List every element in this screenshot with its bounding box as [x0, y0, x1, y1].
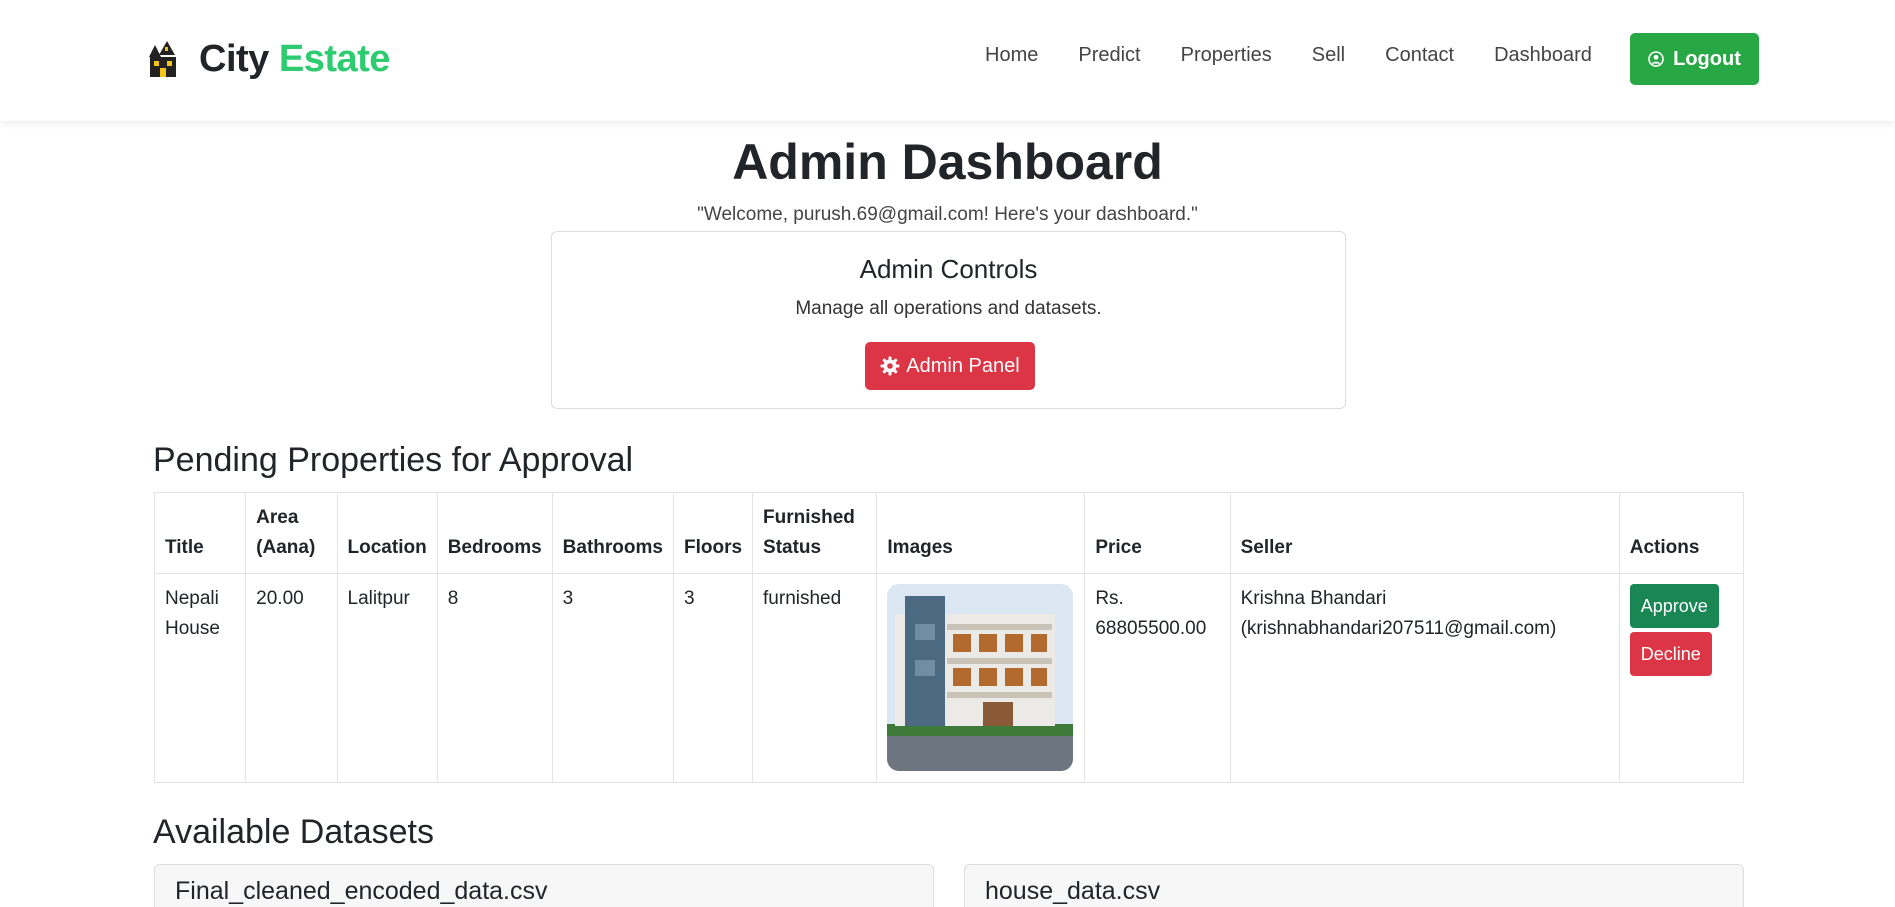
- logout-label: Logout: [1673, 47, 1741, 70]
- column-header-bedrooms: Bedrooms: [436, 492, 553, 574]
- admin-controls-card: Admin Controls Manage all operations and…: [551, 231, 1346, 409]
- column-header-area: Area (Aana): [245, 492, 338, 574]
- cell-title: Nepali House: [153, 573, 247, 783]
- cell-area: 20.00: [245, 573, 338, 783]
- nav-link-properties[interactable]: Properties: [1181, 44, 1272, 67]
- brand-name: City Estate: [199, 37, 390, 80]
- cell-price: Rs. 68805500.00: [1084, 573, 1231, 783]
- house-photo[interactable]: [887, 584, 1074, 771]
- column-header-title: Title: [153, 492, 247, 574]
- dataset-card[interactable]: house_data.csv: [964, 864, 1744, 907]
- nav-links: Home Predict Properties Sell Contact Das…: [985, 44, 1632, 67]
- column-header-floors: Floors: [672, 492, 754, 574]
- cell-location: Lalitpur: [336, 573, 438, 783]
- column-header-bathrooms: Bathrooms: [551, 492, 674, 574]
- cell-images: [876, 573, 1086, 783]
- table-row: Nepali House 20.00 Lalitpur 8 3 3 furnis…: [153, 573, 1745, 783]
- cell-bedrooms: 8: [436, 573, 553, 783]
- column-header-location: Location: [336, 492, 438, 574]
- nav-link-predict[interactable]: Predict: [1078, 44, 1140, 67]
- dataset-file-name: Final_cleaned_encoded_data.csv: [175, 877, 548, 905]
- dataset-file-name: house_data.csv: [985, 877, 1161, 905]
- table-header-row: Title Area (Aana) Location Bedrooms Bath…: [153, 492, 1745, 574]
- pending-section-title: Pending Properties for Approval: [153, 441, 634, 479]
- column-header-furnished: Furnished Status: [752, 492, 878, 574]
- navbar: City Estate Home Predict Properties Sell…: [0, 0, 1895, 121]
- admin-controls-title: Admin Controls: [859, 254, 1038, 284]
- page-title: Admin Dashboard: [732, 134, 1163, 190]
- column-header-price: Price: [1084, 492, 1231, 574]
- decline-button[interactable]: Decline: [1629, 632, 1712, 676]
- admin-panel-button[interactable]: Admin Panel: [865, 342, 1035, 390]
- logout-button[interactable]: Logout: [1630, 33, 1759, 85]
- cell-floors: 3: [672, 573, 754, 783]
- welcome-message: "Welcome, purush.69@gmail.com! Here's yo…: [697, 204, 1198, 225]
- datasets-section-title: Available Datasets: [153, 813, 434, 851]
- nav-link-contact[interactable]: Contact: [1385, 44, 1454, 67]
- nav-link-sell[interactable]: Sell: [1312, 44, 1345, 67]
- column-header-actions: Actions: [1618, 492, 1745, 574]
- haunted-house-icon: [149, 41, 176, 77]
- cell-actions: Approve Decline: [1618, 573, 1745, 783]
- user-circle-icon: [1648, 51, 1664, 67]
- brand-logo[interactable]: City Estate: [145, 36, 390, 82]
- cell-seller: Krishna Bhandari (krishnabhandari207511@…: [1229, 573, 1620, 783]
- column-header-seller: Seller: [1229, 492, 1620, 574]
- nav-link-home[interactable]: Home: [985, 44, 1038, 67]
- admin-panel-label: Admin Panel: [906, 354, 1020, 377]
- approve-button[interactable]: Approve: [1629, 584, 1719, 628]
- cell-furnished: furnished: [752, 573, 878, 783]
- column-header-images: Images: [876, 492, 1086, 574]
- gear-icon: [880, 356, 900, 376]
- admin-controls-description: Manage all operations and datasets.: [795, 298, 1102, 319]
- dataset-card[interactable]: Final_cleaned_encoded_data.csv: [154, 864, 934, 907]
- cell-bathrooms: 3: [551, 573, 674, 783]
- pending-properties-table: Title Area (Aana) Location Bedrooms Bath…: [153, 492, 1745, 783]
- nav-link-dashboard[interactable]: Dashboard: [1494, 44, 1592, 67]
